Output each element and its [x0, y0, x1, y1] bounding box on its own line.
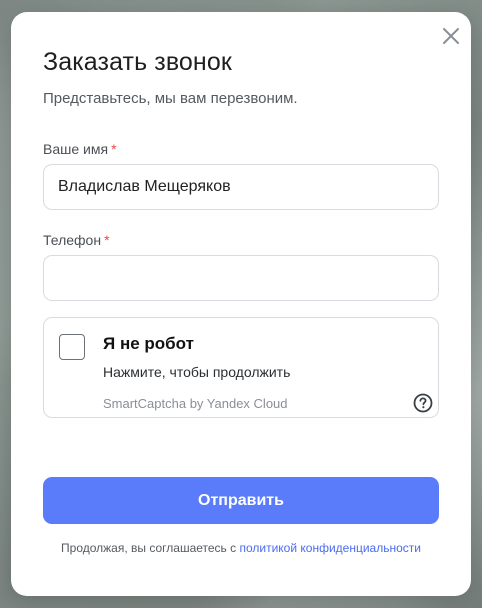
name-input[interactable] — [43, 164, 439, 210]
phone-required-mark: * — [104, 232, 110, 248]
privacy-policy-link[interactable]: политикой конфиденциальности — [239, 541, 420, 555]
modal-title: Заказать звонок — [43, 48, 232, 76]
captcha-help-button[interactable] — [413, 393, 433, 413]
captcha-brand: SmartCaptcha by Yandex Cloud — [103, 396, 288, 411]
phone-input[interactable] — [43, 255, 439, 301]
captcha-title: Я не робот — [103, 334, 194, 353]
phone-field-label: Телефон * — [43, 232, 110, 248]
name-field-label: Ваше имя * — [43, 141, 117, 157]
close-button[interactable] — [439, 24, 463, 48]
name-required-mark: * — [111, 141, 117, 157]
callback-modal: Заказать звонок Представьтесь, мы вам пе… — [11, 12, 471, 596]
smart-captcha: Я не робот Нажмите, чтобы продолжить Sma… — [43, 317, 439, 418]
captcha-checkbox[interactable] — [59, 334, 85, 360]
close-icon — [443, 28, 459, 44]
modal-subtitle: Представьтесь, мы вам перезвоним. — [43, 90, 298, 107]
name-label-text: Ваше имя — [43, 141, 109, 157]
consent-text: Продолжая, вы соглашаетесь с — [61, 541, 237, 555]
privacy-consent: Продолжая, вы соглашаетесь с политикой к… — [11, 541, 471, 555]
question-circle-icon — [413, 393, 433, 413]
phone-label-text: Телефон — [43, 232, 102, 248]
submit-button[interactable]: Отправить — [43, 477, 439, 524]
captcha-hint: Нажмите, чтобы продолжить — [103, 364, 291, 380]
